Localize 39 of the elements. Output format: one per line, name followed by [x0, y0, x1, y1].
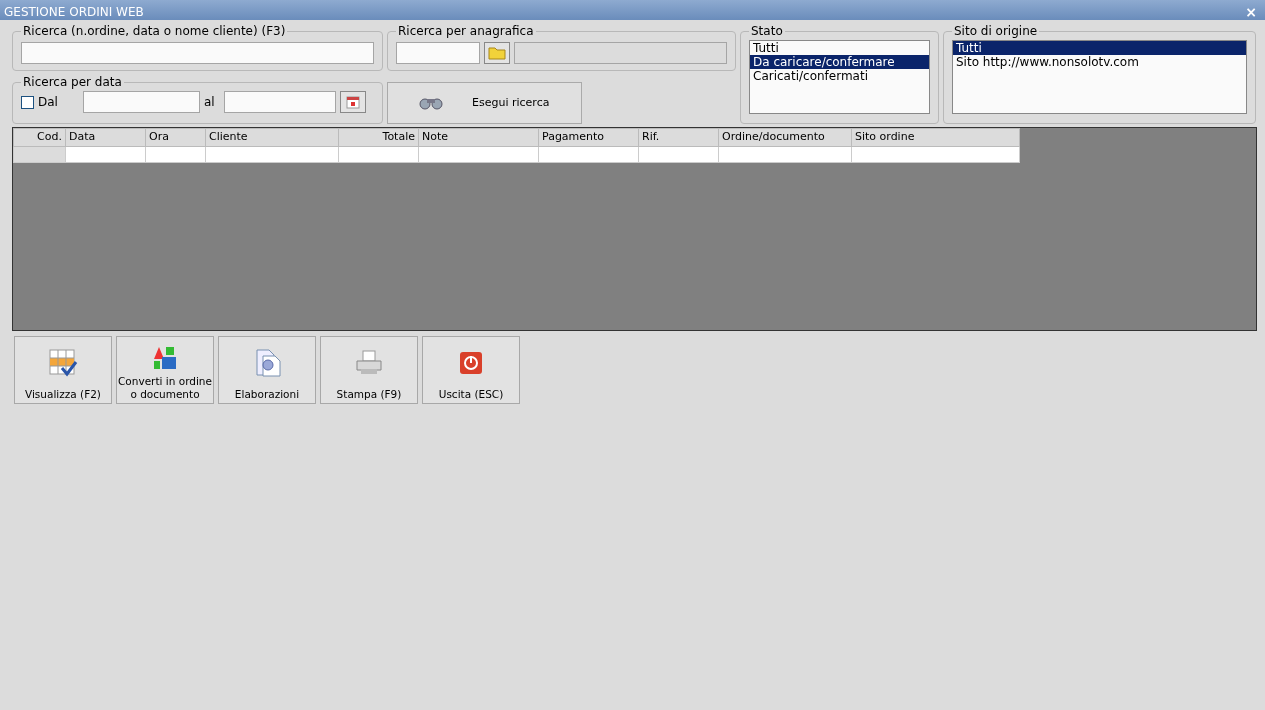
column-header[interactable]: Rif. [638, 128, 719, 146]
toolbar-button[interactable]: Uscita (ESC) [422, 336, 520, 404]
column-header[interactable]: Pagamento [538, 128, 639, 146]
group-label: Stato [750, 24, 784, 38]
to-label: al [204, 94, 216, 111]
column-header[interactable]: Ordine/documento [718, 128, 852, 146]
calendar-icon [346, 95, 360, 109]
column-header[interactable]: Totale [338, 128, 419, 146]
run-search-button[interactable]: Esegui ricerca [387, 82, 582, 124]
column-header[interactable]: Sito ordine [851, 128, 1020, 146]
column-header[interactable]: Ora [145, 128, 206, 146]
column-header[interactable]: Cliente [205, 128, 339, 146]
list-item[interactable]: Tutti [953, 41, 1246, 55]
column-header[interactable]: Cod. [13, 128, 66, 146]
group-label: Ricerca (n.ordine, data o nome cliente) (F3) [22, 24, 287, 38]
list-item[interactable]: Sito http://www.nonsolotv.com [953, 55, 1246, 69]
browse-button[interactable] [484, 42, 510, 64]
list-item[interactable]: Da caricare/confermare [750, 55, 929, 69]
binoculars-icon [418, 96, 444, 110]
column-header[interactable]: Data [65, 128, 146, 146]
from-date-field[interactable] [83, 91, 200, 113]
grid-check-icon [48, 348, 78, 378]
customer-code-field[interactable] [396, 42, 480, 64]
group-label: Ricerca per data [22, 75, 123, 89]
list-item[interactable]: Caricati/confermati [750, 69, 929, 83]
toolbar-button[interactable]: Stampa (F9) [320, 336, 418, 404]
search-field[interactable] [21, 42, 374, 64]
list-item[interactable]: Tutti [750, 41, 929, 55]
group-label: Sito di origine [953, 24, 1039, 38]
toolbar-button[interactable]: Converti in ordine o documento [116, 336, 214, 404]
to-date-field[interactable] [224, 91, 336, 113]
calendar-button[interactable] [340, 91, 366, 113]
column-header[interactable]: Note [418, 128, 539, 146]
toolbar-button[interactable]: Elaborazioni [218, 336, 316, 404]
group-label: Ricerca per anagrafica [397, 24, 535, 38]
folder-icon [488, 46, 506, 60]
window-title: GESTIONE ORDINI WEB [4, 4, 144, 20]
from-checkbox[interactable]: Dal [21, 93, 83, 111]
toolbar-button[interactable]: Visualizza (F2) [14, 336, 112, 404]
